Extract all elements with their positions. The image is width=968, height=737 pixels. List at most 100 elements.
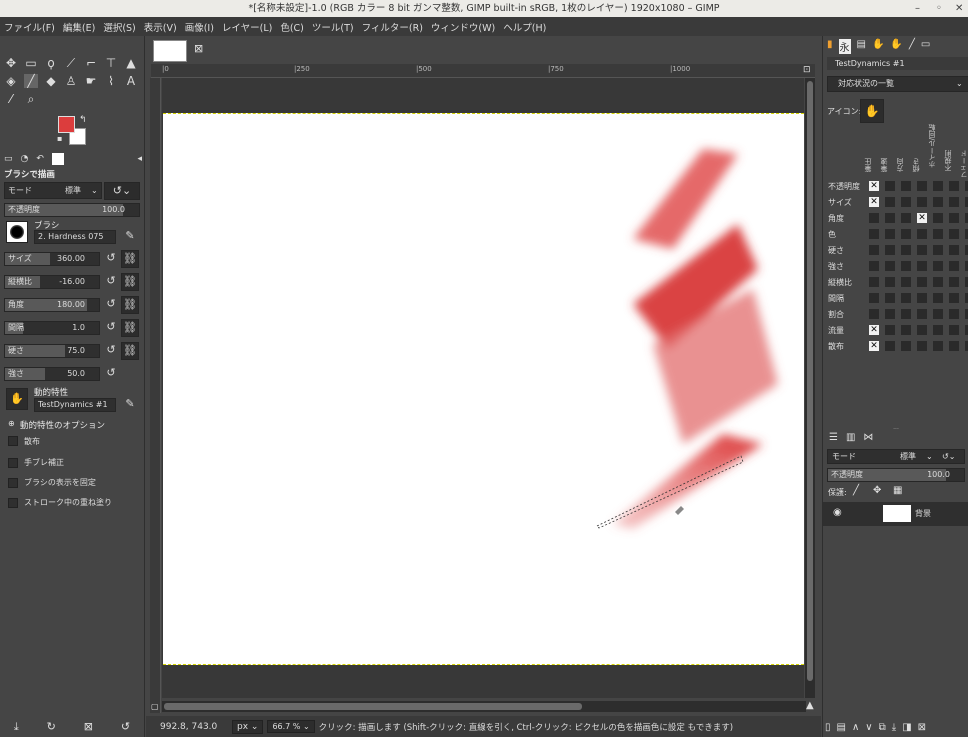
default-colors-icon[interactable]: ▪: [57, 134, 62, 143]
images-tab-icon[interactable]: [51, 153, 64, 165]
dynamics-icon-button[interactable]: ✋: [860, 99, 884, 123]
gradient-tab-icon[interactable]: ▤: [857, 39, 866, 54]
mapping-cell[interactable]: [901, 197, 911, 207]
mapping-cell[interactable]: [917, 277, 927, 287]
tool-options-tab-icon[interactable]: ▭: [4, 154, 13, 164]
menu-layer[interactable]: レイヤー(L): [222, 20, 272, 34]
mapping-cell[interactable]: [901, 325, 911, 335]
mapping-cell[interactable]: [949, 245, 959, 255]
duplicate-layer-icon[interactable]: ⧉: [879, 722, 886, 733]
mapping-cell[interactable]: [885, 181, 895, 191]
lasso-icon[interactable]: ϙ: [44, 56, 58, 70]
expander-icon[interactable]: ⊕: [8, 419, 15, 428]
delete-options-icon[interactable]: ⊠: [84, 720, 93, 733]
lower-layer-icon[interactable]: ∨: [865, 722, 872, 733]
crop-icon[interactable]: ⌐: [84, 56, 98, 70]
mapping-cell[interactable]: [869, 245, 879, 255]
mapping-cell[interactable]: [885, 197, 895, 207]
mapping-cell[interactable]: [901, 341, 911, 351]
mapping-cell[interactable]: [917, 341, 927, 351]
dock-separator[interactable]: ···: [823, 426, 968, 433]
smudge-icon[interactable]: ☛: [84, 74, 98, 88]
undo-history-tab-icon[interactable]: ↶: [36, 154, 44, 164]
smooth-checkbox[interactable]: [8, 458, 18, 468]
unit-select[interactable]: px ⌄: [232, 719, 264, 734]
opacity-slider[interactable]: 不透明度 100.0: [4, 203, 140, 217]
more-tab-icon[interactable]: ▭: [921, 39, 930, 54]
mapping-cell[interactable]: [901, 229, 911, 239]
paintbrush-icon[interactable]: ╱: [24, 74, 38, 88]
edit-brush-icon[interactable]: ✎: [121, 228, 139, 246]
mapping-cell[interactable]: [949, 325, 959, 335]
image-tab-thumbnail[interactable]: [153, 40, 187, 62]
close-image-tab-icon[interactable]: ⊠: [194, 42, 203, 55]
mapping-cell[interactable]: [869, 229, 879, 239]
font-tab-icon[interactable]: 永: [838, 39, 851, 54]
size-slider[interactable]: サイズ 360.00: [4, 252, 100, 266]
brush-preview[interactable]: [6, 221, 28, 243]
mapping-cell[interactable]: [901, 309, 911, 319]
fuzzy-select-icon[interactable]: ⟋: [64, 56, 78, 70]
angle-link-icon[interactable]: ⛓: [121, 296, 139, 314]
mapping-cell[interactable]: [885, 309, 895, 319]
device-status-tab-icon[interactable]: ◔: [21, 154, 29, 164]
lock-alpha-icon[interactable]: ▦: [893, 485, 902, 496]
aspect-reset-icon[interactable]: ↺: [102, 273, 120, 291]
brush-tab-icon[interactable]: ╱: [909, 39, 915, 54]
move-tool-icon[interactable]: ✥: [4, 56, 18, 70]
scatter-checkbox[interactable]: [8, 436, 18, 446]
unified-transform-icon[interactable]: ⊤: [104, 56, 118, 70]
clone-icon[interactable]: ♙: [64, 74, 78, 88]
minimize-icon[interactable]: –: [915, 0, 920, 17]
menu-windows[interactable]: ウィンドウ(W): [431, 20, 495, 34]
mapping-cell[interactable]: [917, 181, 927, 191]
delete-layer-icon[interactable]: ⊠: [918, 722, 926, 733]
mode-select[interactable]: モード 標準 ⌄: [4, 182, 102, 199]
edit-dynamics-icon[interactable]: ✎: [121, 396, 139, 414]
mapping-cell[interactable]: [949, 341, 959, 351]
spacing-slider[interactable]: 間隔 1.0: [4, 321, 100, 335]
hardness-slider[interactable]: 硬さ 75.0: [4, 344, 100, 358]
mapping-cell[interactable]: [917, 293, 927, 303]
mapping-cell[interactable]: [885, 325, 895, 335]
angle-slider[interactable]: 角度 180.00: [4, 298, 100, 312]
mapping-cell[interactable]: [885, 341, 895, 351]
mapping-cell[interactable]: ✕: [869, 325, 879, 335]
aspect-link-icon[interactable]: ⛓: [121, 273, 139, 291]
spacing-reset-icon[interactable]: ↺: [102, 319, 120, 337]
mapping-cell[interactable]: [917, 309, 927, 319]
quick-mask-icon[interactable]: ▢: [151, 702, 159, 711]
mapping-cell[interactable]: [917, 197, 927, 207]
mapping-cell[interactable]: [885, 245, 895, 255]
mask-layer-icon[interactable]: ◨: [902, 722, 911, 733]
mapping-cell[interactable]: [901, 213, 911, 223]
size-link-icon[interactable]: ⛓: [121, 250, 139, 268]
mapping-cell[interactable]: [949, 197, 959, 207]
menu-help[interactable]: ヘルプ(H): [503, 20, 546, 34]
hardness-reset-icon[interactable]: ↺: [102, 342, 120, 360]
spacing-link-icon[interactable]: ⛓: [121, 319, 139, 337]
paths-tab-icon[interactable]: ⋈: [863, 432, 873, 443]
configure-tab-icon[interactable]: ◂: [137, 154, 142, 164]
mapping-cell[interactable]: [949, 213, 959, 223]
zoom-fit-icon[interactable]: ⊡: [803, 65, 811, 75]
mapping-cell[interactable]: [901, 277, 911, 287]
mapping-cell[interactable]: [949, 309, 959, 319]
eye-icon[interactable]: ◉: [833, 507, 842, 518]
angle-reset-icon[interactable]: ↺: [102, 296, 120, 314]
dynamics-tab-icon[interactable]: ✋: [872, 39, 884, 54]
layer-opacity-slider[interactable]: 不透明度 100.0: [827, 468, 965, 482]
mapping-cell[interactable]: [917, 325, 927, 335]
new-group-icon[interactable]: ▤: [837, 722, 846, 733]
dynamics-options-expander[interactable]: 動的特性のオプション: [20, 419, 105, 431]
foreground-color-swatch[interactable]: [58, 116, 75, 133]
mapping-cell[interactable]: [933, 341, 943, 351]
mapping-cell[interactable]: [933, 277, 943, 287]
mapping-cell[interactable]: [933, 245, 943, 255]
raise-layer-icon[interactable]: ∧: [852, 722, 859, 733]
mapping-cell[interactable]: [933, 181, 943, 191]
incremental-checkbox[interactable]: [8, 498, 18, 508]
horizontal-scrollbar[interactable]: [162, 701, 806, 712]
mapping-cell[interactable]: ✕: [869, 197, 879, 207]
reset-options-icon[interactable]: ↺: [121, 720, 130, 733]
